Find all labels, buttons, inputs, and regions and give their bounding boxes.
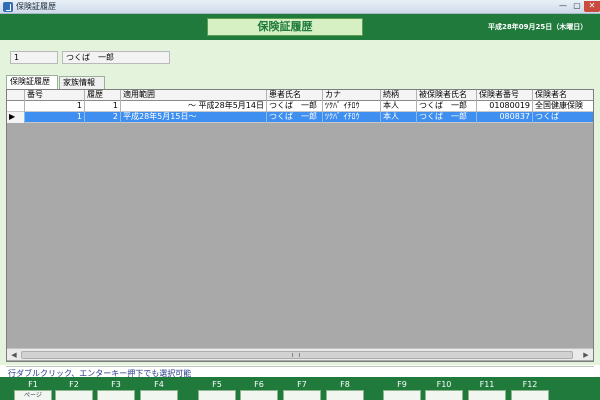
fkey-label-f2: F2: [69, 380, 79, 389]
header-band: 保険証履歴 平成28年09月25日（木曜日）: [0, 14, 600, 40]
f7-button[interactable]: [283, 390, 321, 400]
cell-history: 1: [85, 101, 121, 112]
fkey-label-f5: F5: [212, 380, 222, 389]
fkey-label-f4: F4: [154, 380, 164, 389]
cell-history: 2: [85, 112, 121, 123]
f6-button[interactable]: [240, 390, 278, 400]
scroll-right-icon[interactable]: ▶: [581, 350, 591, 360]
cell-number: 1: [25, 112, 85, 123]
app-icon: [3, 2, 13, 12]
table-row[interactable]: 1 1 〜 平成28年5月14日 つくば 一郎 ﾂｸﾊﾞ ｲﾁﾛｳ 本人 つくば…: [7, 101, 593, 112]
f8-button[interactable]: [326, 390, 364, 400]
maximize-button[interactable]: ▢: [570, 1, 584, 12]
column-header-insurer-number[interactable]: 保険者番号: [477, 90, 533, 101]
fkey-label-f3: F3: [111, 380, 121, 389]
tab-family-info[interactable]: 家族情報: [59, 76, 105, 89]
f3-button[interactable]: [97, 390, 135, 400]
cell-insurer-number: 01080019: [477, 101, 533, 112]
tab-insurance-history[interactable]: 保険証履歴: [6, 75, 58, 89]
cell-range: 平成28年5月15日〜: [121, 112, 267, 123]
row-indicator: [7, 101, 25, 112]
table-row-selected[interactable]: ▶ 1 2 平成28年5月15日〜 つくば 一郎 ﾂｸﾊﾞ ｲﾁﾛｳ 本人 つく…: [7, 112, 593, 123]
scroll-thumb[interactable]: [21, 351, 573, 359]
column-header-history[interactable]: 履歴: [85, 90, 121, 101]
fkey-label-f6: F6: [254, 380, 264, 389]
cell-insured-name: つくば 一郎: [417, 112, 477, 123]
insurance-history-grid[interactable]: 番号 履歴 適用範囲 患者氏名 カナ 続柄 被保険者氏名 保険者番号 保険者名 …: [6, 89, 594, 362]
column-header-relation[interactable]: 続柄: [381, 90, 417, 101]
horizontal-scrollbar[interactable]: ◀ ▶: [7, 348, 593, 360]
header-date: 平成28年09月25日（木曜日）: [488, 23, 588, 31]
cell-insurer-name: つくば: [535, 112, 559, 121]
f1-button[interactable]: ページ: [14, 390, 52, 400]
column-header-insured-name[interactable]: 被保険者氏名: [417, 90, 477, 101]
main-panel: 1 つくば 一郎 保険証履歴 家族情報 番号 履歴 適用範囲 患者氏名 カナ 続…: [0, 40, 600, 378]
fkey-label-f9: F9: [397, 380, 407, 389]
cell-insurer-number: 080837: [477, 112, 533, 123]
function-key-bar: F1 F2 F3 F4 F5 F6 F7 F8 F9 F10 F11 F12 ペ…: [0, 377, 600, 400]
f11-button[interactable]: [468, 390, 506, 400]
fkey-label-f10: F10: [436, 380, 452, 389]
f2-button[interactable]: [55, 390, 93, 400]
f4-button[interactable]: [140, 390, 178, 400]
cell-kana: ﾂｸﾊﾞ ｲﾁﾛｳ: [323, 101, 381, 112]
screen-title: 保険証履歴: [207, 18, 363, 36]
fkey-label-f1: F1: [28, 380, 38, 389]
fkey-label-f7: F7: [297, 380, 307, 389]
cell-kana: ﾂｸﾊﾞ ｲﾁﾛｳ: [323, 112, 381, 123]
cell-patient-name: つくば 一郎: [267, 112, 323, 123]
column-header-kana[interactable]: カナ: [323, 90, 381, 101]
row-indicator: ▶: [7, 112, 25, 123]
grid-header: 番号 履歴 適用範囲 患者氏名 カナ 続柄 被保険者氏名 保険者番号 保険者名: [7, 90, 593, 101]
column-header-number[interactable]: 番号: [25, 90, 85, 101]
cell-range: 〜 平成28年5月14日: [121, 101, 267, 112]
cell-number: 1: [25, 101, 85, 112]
column-header-range[interactable]: 適用範囲: [121, 90, 267, 101]
window-title: 保険証履歴: [16, 2, 56, 11]
close-button[interactable]: ✕: [584, 1, 600, 12]
fkey-label-f11: F11: [479, 380, 495, 389]
cell-relation: 本人: [381, 112, 417, 123]
patient-name-field: つくば 一郎: [62, 51, 170, 64]
window-titlebar: 保険証履歴 — ▢ ✕: [0, 0, 600, 14]
cell-patient-name: つくば 一郎: [267, 101, 323, 112]
f12-button[interactable]: [511, 390, 549, 400]
minimize-button[interactable]: —: [556, 1, 570, 12]
header-row-indicator: [7, 90, 25, 101]
column-header-patient-name[interactable]: 患者氏名: [267, 90, 323, 101]
scroll-grip-icon: [292, 353, 300, 357]
cell-insurer-name: 全国健康保険: [535, 101, 583, 110]
f9-button[interactable]: [383, 390, 421, 400]
cell-relation: 本人: [381, 101, 417, 112]
cell-insured-name: つくば 一郎: [417, 101, 477, 112]
patient-number-field: 1: [10, 51, 58, 64]
f10-button[interactable]: [425, 390, 463, 400]
f5-button[interactable]: [198, 390, 236, 400]
column-header-insurer-name[interactable]: 保険者名: [533, 90, 593, 101]
fkey-label-f8: F8: [340, 380, 350, 389]
scroll-left-icon[interactable]: ◀: [9, 350, 19, 360]
fkey-label-f12: F12: [522, 380, 538, 389]
